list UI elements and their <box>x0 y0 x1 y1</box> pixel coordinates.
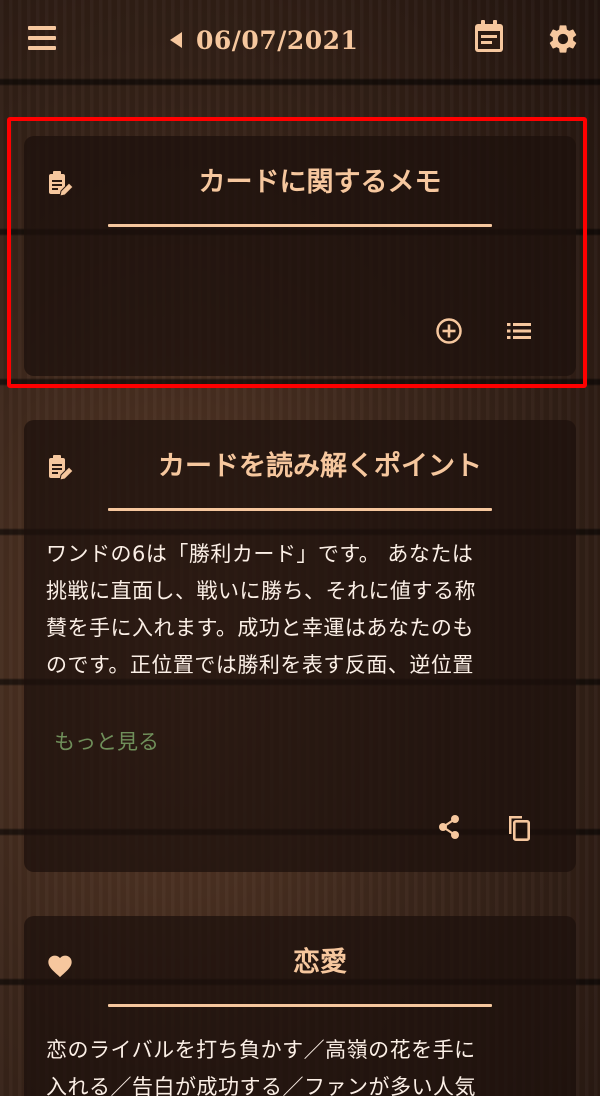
calendar-icon[interactable] <box>473 20 505 54</box>
love-card: 恋愛 恋のライバルを打ち負かす／高嶺の花を手に 入れる／告白が成功する／ファンが… <box>24 916 576 1096</box>
date-navigator: 06/07/2021 <box>170 20 358 60</box>
add-circle-icon[interactable] <box>434 316 464 346</box>
text-line: のです。正位置では勝利を表す反面、逆位置 <box>46 653 474 677</box>
reading-card-header: カードを読み解くポイント <box>24 420 576 511</box>
gear-icon[interactable] <box>546 22 580 56</box>
memo-card: カードに関するメモ <box>24 136 576 376</box>
text-line: 賛を手に入れます。成功と幸運はあなたのも <box>46 616 474 640</box>
title-divider <box>108 224 492 227</box>
see-more-link[interactable]: もっと見る <box>54 726 159 756</box>
heart-icon <box>46 952 74 980</box>
current-date[interactable]: 06/07/2021 <box>196 26 358 55</box>
reading-card-text: ワンドの6は「勝利カード」です。 あなたは 挑戦に直面し、戦いに勝ち、それに値す… <box>24 510 576 684</box>
love-card-title: 恋愛 <box>293 947 347 978</box>
top-app-bar: 06/07/2021 <box>0 0 600 80</box>
text-line: ワンドの6は「勝利カード」です。 あなたは <box>46 542 474 566</box>
text-line: 挑戦に直面し、戦いに勝ち、それに値する称 <box>46 579 476 603</box>
love-card-text: 恋のライバルを打ち負かす／高嶺の花を手に 入れる／告白が成功する／ファンが多い人… <box>24 1006 576 1096</box>
memo-card-header: カードに関するメモ <box>24 136 576 227</box>
reading-points-card: カードを読み解くポイント ワンドの6は「勝利カード」です。 あなたは 挑戦に直面… <box>24 420 576 872</box>
edit-note-icon <box>46 454 74 482</box>
chevron-left-icon[interactable] <box>170 32 182 48</box>
copy-icon[interactable] <box>504 812 534 842</box>
menu-icon[interactable] <box>26 24 58 52</box>
love-card-header: 恋愛 <box>24 916 576 1007</box>
title-divider <box>108 508 492 511</box>
text-line: 恋のライバルを打ち負かす／高嶺の花を手に <box>46 1038 476 1062</box>
memo-card-title: カードに関するメモ <box>198 167 442 198</box>
title-divider <box>108 1004 492 1007</box>
share-icon[interactable] <box>434 812 464 842</box>
reading-card-title: カードを読み解くポイント <box>158 451 482 482</box>
list-icon[interactable] <box>504 316 534 346</box>
text-line: 入れる／告白が成功する／ファンが多い人気 <box>46 1075 476 1096</box>
edit-note-icon <box>46 170 74 198</box>
